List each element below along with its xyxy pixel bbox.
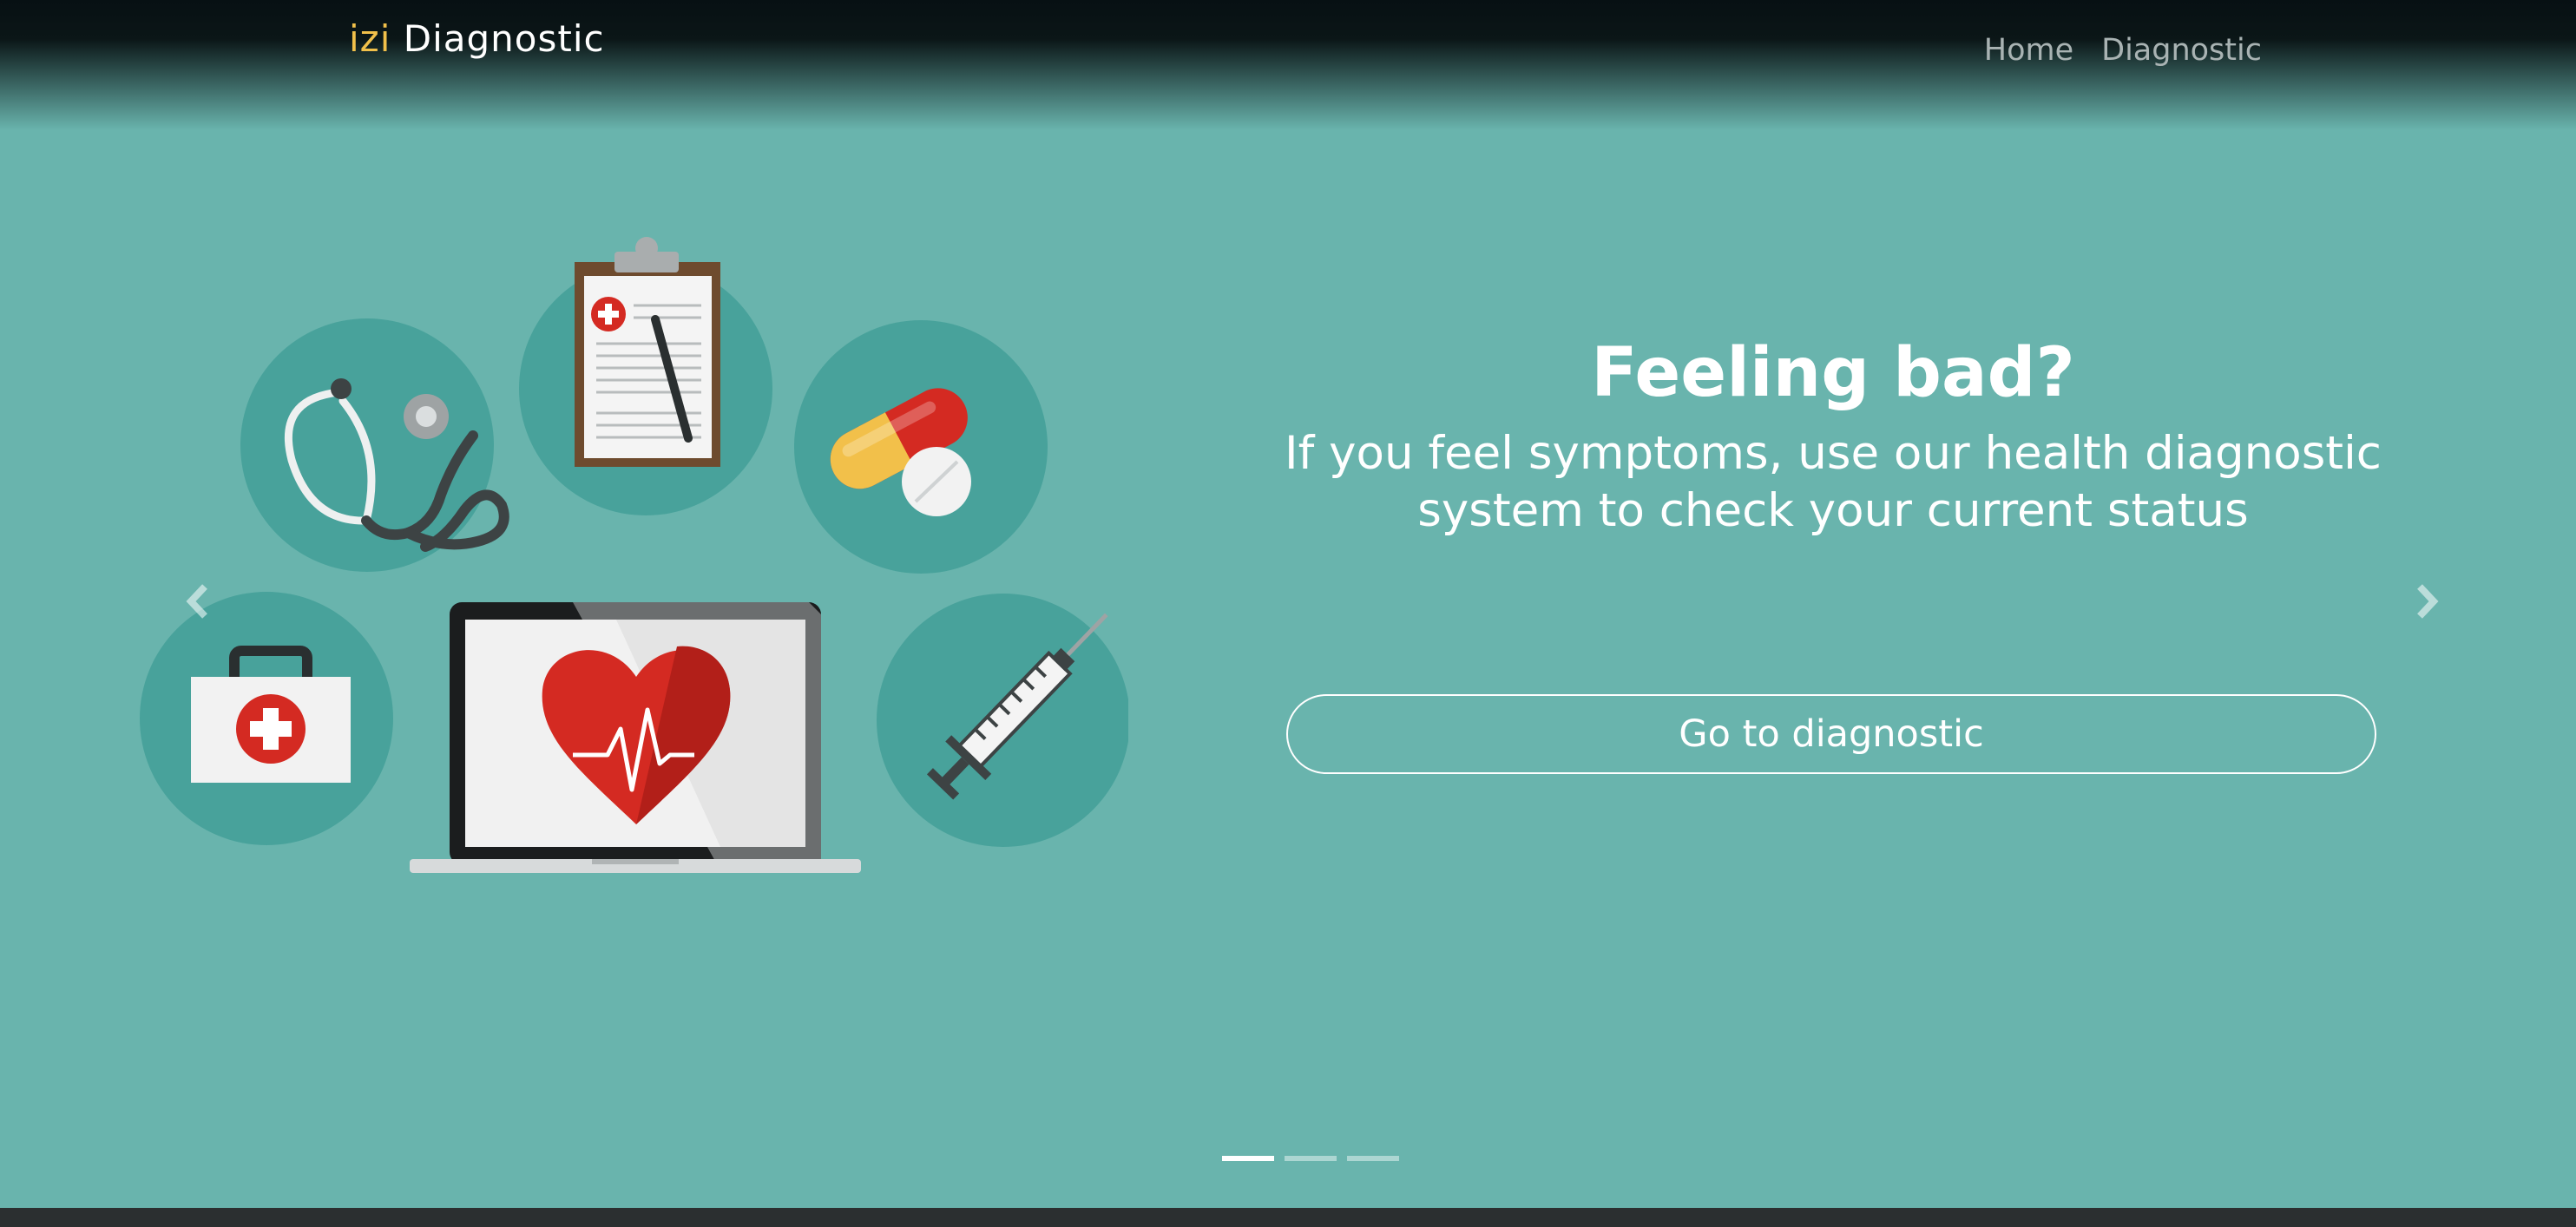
medical-illustration: [140, 237, 1128, 873]
hero-heading: Feeling bad?: [1591, 334, 2075, 412]
carousel-indicator-1[interactable]: [1222, 1156, 1274, 1161]
chevron-right-icon[interactable]: [2408, 580, 2446, 623]
clipboard-icon: [519, 237, 772, 515]
footer-strip: [0, 1208, 2576, 1227]
chevron-left-icon[interactable]: [179, 580, 217, 623]
brand-logo[interactable]: izi Diagnostic: [349, 17, 605, 60]
brand-name: Diagnostic: [403, 17, 605, 60]
laptop-heart-icon: [410, 602, 861, 873]
carousel-indicator-2[interactable]: [1285, 1156, 1337, 1161]
hero-carousel: Feeling bad? If you feel symptoms, use o…: [0, 0, 2576, 1208]
brand-prefix: izi: [349, 17, 391, 60]
nav-links: Home Diagnostic: [1984, 33, 2262, 68]
hero-subtext: If you feel symptoms, use our health dia…: [1285, 427, 2382, 537]
syringe-icon: [877, 594, 1128, 847]
nav-link-home[interactable]: Home: [1984, 33, 2073, 68]
carousel-indicator-3[interactable]: [1347, 1156, 1399, 1161]
first-aid-kit-icon: [140, 592, 393, 845]
stethoscope-icon: [240, 318, 509, 572]
nav-link-diagnostic[interactable]: Diagnostic: [2101, 33, 2262, 68]
go-to-diagnostic-button[interactable]: Go to diagnostic: [1286, 694, 2376, 774]
pill-icon: [794, 320, 1048, 574]
navbar: izi Diagnostic Home Diagnostic: [0, 0, 2576, 130]
carousel-indicators: [1222, 1156, 1399, 1161]
carousel-caption: Feeling bad? If you feel symptoms, use o…: [1285, 330, 2382, 540]
